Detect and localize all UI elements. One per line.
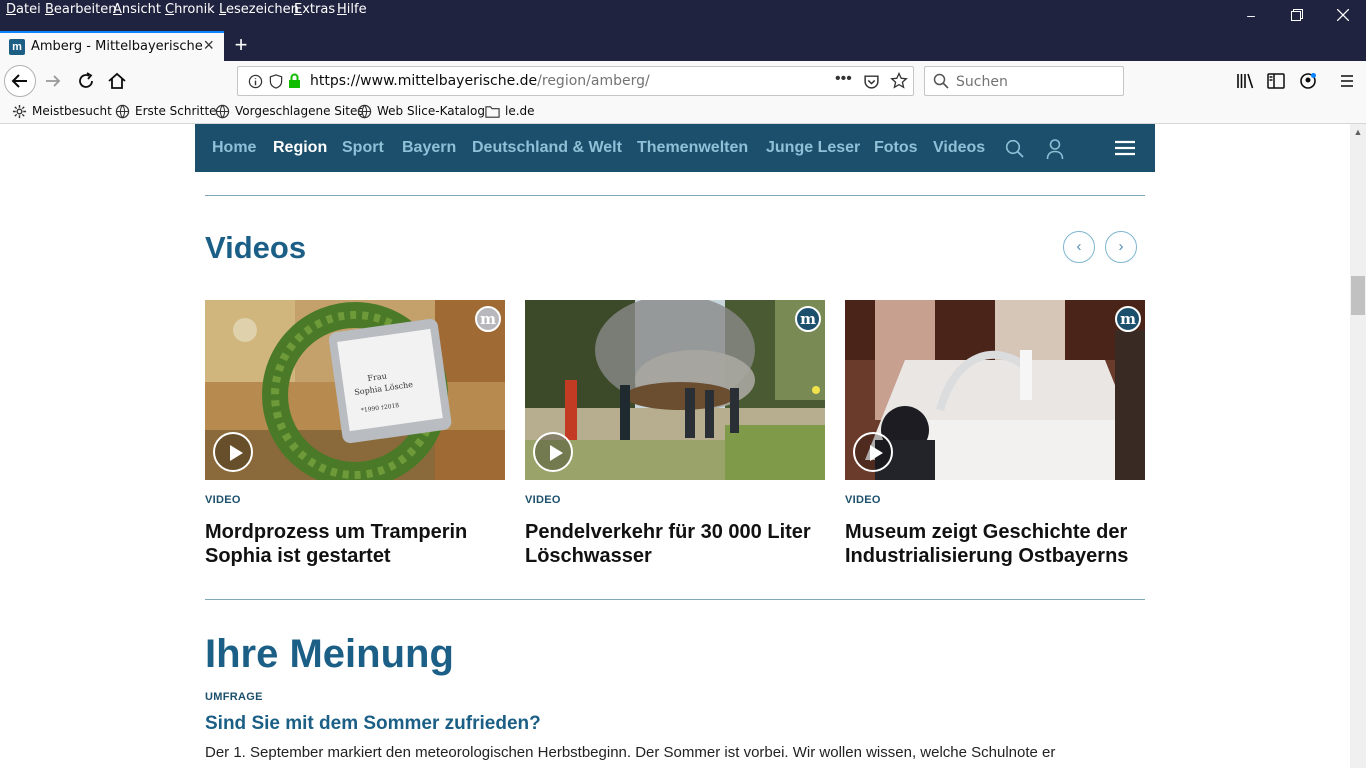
- folder-icon: [485, 106, 500, 118]
- play-icon[interactable]: [533, 432, 573, 472]
- bookmark-meistbesucht[interactable]: Meistbesucht: [32, 104, 112, 118]
- bookmark-vorgeschlagene-sites[interactable]: Vorgeschlagene Sites: [235, 104, 364, 118]
- bookmark-erste-schritte[interactable]: Erste Schritte: [135, 104, 217, 118]
- section-divider: [205, 599, 1145, 600]
- nav-sport[interactable]: Sport: [342, 139, 384, 157]
- poll-teaser-text: Der 1. September markiert den meteorolog…: [205, 744, 1056, 761]
- url-text[interactable]: https://www.mittelbayerische.de/region/a…: [310, 73, 650, 89]
- menu-chronik[interactable]: Chronik: [165, 2, 215, 17]
- menu-datei[interactable]: Datei: [6, 2, 41, 17]
- bookmark-star-icon[interactable]: [890, 72, 908, 90]
- card-title[interactable]: Museum zeigt Geschichte der Industrialis…: [845, 520, 1145, 568]
- menu-bearbeiten[interactable]: Bearbeiten: [45, 2, 116, 17]
- account-icon[interactable]: [1296, 69, 1320, 93]
- poll-kicker: UMFRAGE: [205, 691, 263, 703]
- minimize-icon[interactable]: –: [1236, 4, 1266, 26]
- nav-bayern[interactable]: Bayern: [402, 139, 456, 157]
- page-actions-icon[interactable]: •••: [835, 70, 852, 88]
- forward-icon[interactable]: [41, 69, 65, 93]
- mz-logo-icon: m: [475, 306, 501, 332]
- scroll-up-arrow-icon[interactable]: ▲: [1350, 124, 1366, 141]
- card-title[interactable]: Mordprozess um Tramperin Sophia ist gest…: [205, 520, 505, 568]
- search-icon[interactable]: [1005, 139, 1025, 159]
- info-icon[interactable]: [248, 74, 263, 89]
- tracking-shield-icon[interactable]: [269, 74, 283, 89]
- menu-bar: Datei Bearbeiten Ansicht Chronik Lesezei…: [0, 0, 1366, 31]
- back-button[interactable]: [4, 65, 36, 97]
- sidebar-icon[interactable]: [1264, 69, 1288, 93]
- opinion-section-title: Ihre Meinung: [205, 632, 454, 676]
- mz-logo-icon: m: [795, 306, 821, 332]
- home-icon[interactable]: [105, 69, 129, 93]
- card-title[interactable]: Pendelverkehr für 30 000 Liter Löschwass…: [525, 520, 825, 568]
- scrollbar-thumb[interactable]: [1351, 276, 1365, 315]
- menu-lesezeichen[interactable]: Lesezeichen: [219, 2, 299, 17]
- user-icon[interactable]: [1045, 138, 1065, 160]
- menu-icon[interactable]: [1114, 140, 1136, 156]
- page-viewport: Home Region Sport Bayern Deutschland & W…: [0, 124, 1350, 768]
- url-bar[interactable]: https://www.mittelbayerische.de/region/a…: [237, 66, 914, 96]
- nav-home[interactable]: Home: [212, 139, 256, 157]
- menu-hilfe[interactable]: Hilfe: [337, 2, 367, 17]
- lock-icon[interactable]: [288, 73, 301, 89]
- video-thumbnail[interactable]: m: [845, 300, 1145, 480]
- tab-bar: m Amberg - Mittelbayerische × +: [0, 31, 1366, 61]
- tab-title: Amberg - Mittelbayerische: [31, 39, 203, 54]
- new-tab-icon[interactable]: +: [230, 32, 252, 58]
- search-icon: [933, 73, 949, 89]
- video-card[interactable]: m VIDEO Pendelverkehr für 30 000 Liter L…: [525, 300, 825, 568]
- nav-deutschland-welt[interactable]: Deutschland & Welt: [472, 139, 622, 157]
- site-favicon-icon: m: [9, 39, 25, 55]
- gear-icon: [12, 104, 27, 119]
- carousel-prev-button[interactable]: ‹: [1063, 231, 1095, 263]
- section-divider: [205, 195, 1145, 196]
- bookmark-web-slice-katalog[interactable]: Web Slice-Katalog: [377, 104, 485, 118]
- nav-themenwelten[interactable]: Themenwelten: [637, 139, 748, 157]
- video-thumbnail[interactable]: Frau Sophia Lösche *1990 †2018 m: [205, 300, 505, 480]
- play-icon[interactable]: [213, 432, 253, 472]
- carousel-next-button[interactable]: ›: [1105, 231, 1137, 263]
- nav-junge-leser[interactable]: Junge Leser: [766, 139, 860, 157]
- nav-fotos[interactable]: Fotos: [874, 139, 918, 157]
- mz-logo-icon: m: [1115, 306, 1141, 332]
- card-kicker: VIDEO: [205, 494, 241, 506]
- videos-section-title: Videos: [205, 230, 307, 265]
- card-kicker: VIDEO: [845, 494, 881, 506]
- page-scrollbar[interactable]: [1350, 124, 1366, 768]
- tab-close-icon[interactable]: ×: [203, 35, 214, 56]
- library-icon[interactable]: [1234, 69, 1258, 93]
- video-card[interactable]: m VIDEO Museum zeigt Geschichte der Indu…: [845, 300, 1145, 568]
- tab-amberg[interactable]: m Amberg - Mittelbayerische ×: [0, 31, 224, 61]
- globe-icon: [357, 104, 372, 119]
- menu-ansicht[interactable]: Ansicht: [113, 2, 161, 17]
- video-thumbnail[interactable]: m: [525, 300, 825, 480]
- close-window-icon[interactable]: [1328, 4, 1358, 26]
- globe-icon: [115, 104, 130, 119]
- nav-videos[interactable]: Videos: [933, 139, 985, 157]
- globe-icon: [215, 104, 230, 119]
- hamburger-menu-icon[interactable]: [1335, 69, 1359, 93]
- search-input[interactable]: Suchen: [956, 74, 1008, 90]
- bookmark-folder-le-de[interactable]: le.de: [505, 104, 535, 118]
- pocket-icon[interactable]: [863, 73, 880, 90]
- nav-region[interactable]: Region: [273, 139, 327, 157]
- site-navigation: Home Region Sport Bayern Deutschland & W…: [195, 124, 1155, 172]
- video-card[interactable]: Frau Sophia Lösche *1990 †2018 m VIDEO M…: [205, 300, 505, 568]
- poll-question-link[interactable]: Sind Sie mit dem Sommer zufrieden?: [205, 713, 541, 735]
- navigation-toolbar: https://www.mittelbayerische.de/region/a…: [0, 61, 1366, 101]
- restore-icon[interactable]: [1282, 4, 1312, 26]
- menu-extras[interactable]: Extras: [294, 2, 335, 17]
- reload-icon[interactable]: [74, 69, 98, 93]
- play-icon[interactable]: [853, 432, 893, 472]
- browser-chrome: Datei Bearbeiten Ansicht Chronik Lesezei…: [0, 0, 1366, 124]
- card-kicker: VIDEO: [525, 494, 561, 506]
- bookmarks-toolbar: Meistbesucht Erste Schritte Vorgeschlage…: [0, 101, 1366, 124]
- search-bar[interactable]: Suchen: [924, 66, 1124, 96]
